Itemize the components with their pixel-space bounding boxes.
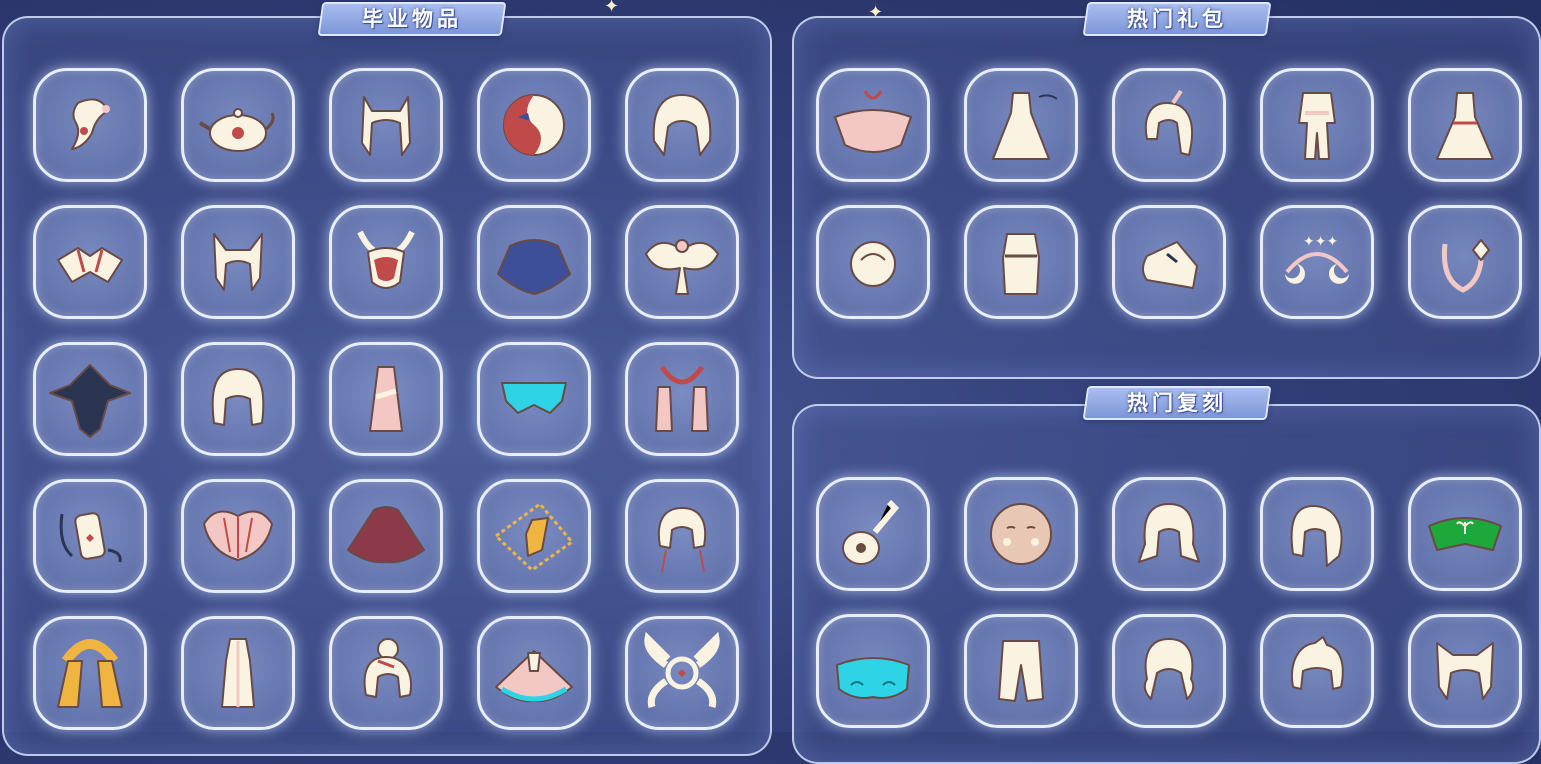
item-slot[interactable] [816,205,930,319]
outfit-scarf-icon [1002,233,1040,295]
item-slot[interactable] [477,479,591,593]
item-slot[interactable] [964,68,1078,182]
hair-small-bun-icon [850,241,896,287]
hair-ponytail-icon [1144,89,1193,156]
item-slot[interactable] [181,342,295,456]
mask-half-icon [503,94,565,156]
item-slot[interactable]: ✦✦✦ [1260,205,1374,319]
hair-cat-ears-icon [361,96,411,156]
hair-twin-icon [1138,503,1200,563]
cape-blue-icon [497,239,571,295]
accessory-tail-icon [1441,239,1490,293]
item-slot[interactable] [1112,205,1226,319]
scarf-gold-icon [57,639,123,708]
item-slot[interactable] [181,616,295,730]
scarf-pink-icon [655,365,709,432]
svg-text:✦✦✦: ✦✦✦ [1303,234,1338,250]
item-slot[interactable] [1260,614,1374,728]
item-slot[interactable] [1408,477,1522,591]
item-slot[interactable] [625,68,739,182]
item-slot[interactable] [33,342,147,456]
item-slot[interactable] [625,479,739,593]
item-slot[interactable] [477,68,591,182]
item-slot[interactable] [329,479,443,593]
item-slot[interactable] [625,616,739,730]
hair-wavy-icon [1143,638,1195,700]
hair-bun-icon [363,638,412,698]
section-title-hot-rerun: 热门复刻 [1082,386,1272,420]
item-slot[interactable] [1408,205,1522,319]
section-title-graduation: 毕业物品 [317,2,507,36]
item-slot[interactable] [1408,68,1522,182]
hair-long-icon [652,94,712,156]
section-title-hot-gifts: 热门礼包 [1082,2,1272,36]
hair-fox-ears-icon [213,233,263,291]
item-slot[interactable] [329,68,443,182]
item-slot[interactable] [33,68,147,182]
outfit-suit-icon [1298,92,1336,160]
item-slot[interactable] [181,205,295,319]
hair-side-ponytail-icon [1290,505,1343,567]
headband-moon-icon: ✦✦✦ [1285,234,1349,284]
item-slot[interactable] [964,205,1078,319]
necklace-gold-icon [493,501,575,572]
item-slot[interactable] [1408,614,1522,728]
mask-red-horn-icon [357,230,415,289]
outfit-pink-robe-icon [369,366,403,432]
item-slot[interactable] [964,614,1078,728]
teapot-hat-icon [198,108,275,152]
item-slot[interactable] [477,342,591,456]
cape-pink-shell-icon [203,510,273,561]
sparkle-icon: ✦ [604,0,620,17]
item-slot[interactable] [1112,477,1226,591]
cape-burgundy-icon [347,506,425,564]
item-slot[interactable] [329,342,443,456]
item-slot[interactable] [33,205,147,319]
cape-pastel-icon [495,650,573,703]
item-slot[interactable] [1112,614,1226,728]
item-slot[interactable] [816,477,930,591]
item-slot[interactable] [964,477,1078,591]
item-slot[interactable] [33,616,147,730]
item-slot[interactable] [816,614,930,728]
shoes-white-icon [1142,241,1198,289]
item-slot[interactable] [33,479,147,593]
item-slot[interactable] [816,68,930,182]
cape-lotus-icon [57,247,123,283]
item-slot[interactable] [625,205,739,319]
item-slot[interactable] [329,205,443,319]
cape-green-icon [1428,517,1502,551]
hair-bob-icon [211,368,265,426]
outfit-white-robe-icon [221,638,255,708]
item-slot[interactable] [181,68,295,182]
hair-pink-ornament-icon [71,98,110,150]
item-slot[interactable] [477,616,591,730]
item-slot[interactable] [329,616,443,730]
item-slot[interactable] [625,342,739,456]
item-slot[interactable] [181,479,295,593]
cape-cyan-cloud-icon [836,657,910,699]
cape-cyan-icon [501,382,567,414]
outfit-dress-icon [992,92,1058,160]
outfit-white-dress-icon [1436,92,1494,160]
cape-butterfly-icon [645,239,719,295]
hair-short-icon [1291,636,1344,690]
accessory-wing-halo-icon [644,631,720,708]
cape-pink-gem-icon [834,90,912,153]
item-slot[interactable] [1112,68,1226,182]
guitar-icon [842,499,900,565]
cape-dark-feather-icon [49,364,131,438]
item-slot[interactable] [1260,477,1374,591]
hair-feather-icon [657,507,707,573]
mask-blush-icon [990,503,1052,565]
accessory-lantern-icon [59,512,122,563]
pants-white-icon [998,640,1044,702]
item-slot[interactable] [1260,68,1374,182]
item-slot[interactable] [477,205,591,319]
hair-cat-ear-icon [1436,642,1494,700]
